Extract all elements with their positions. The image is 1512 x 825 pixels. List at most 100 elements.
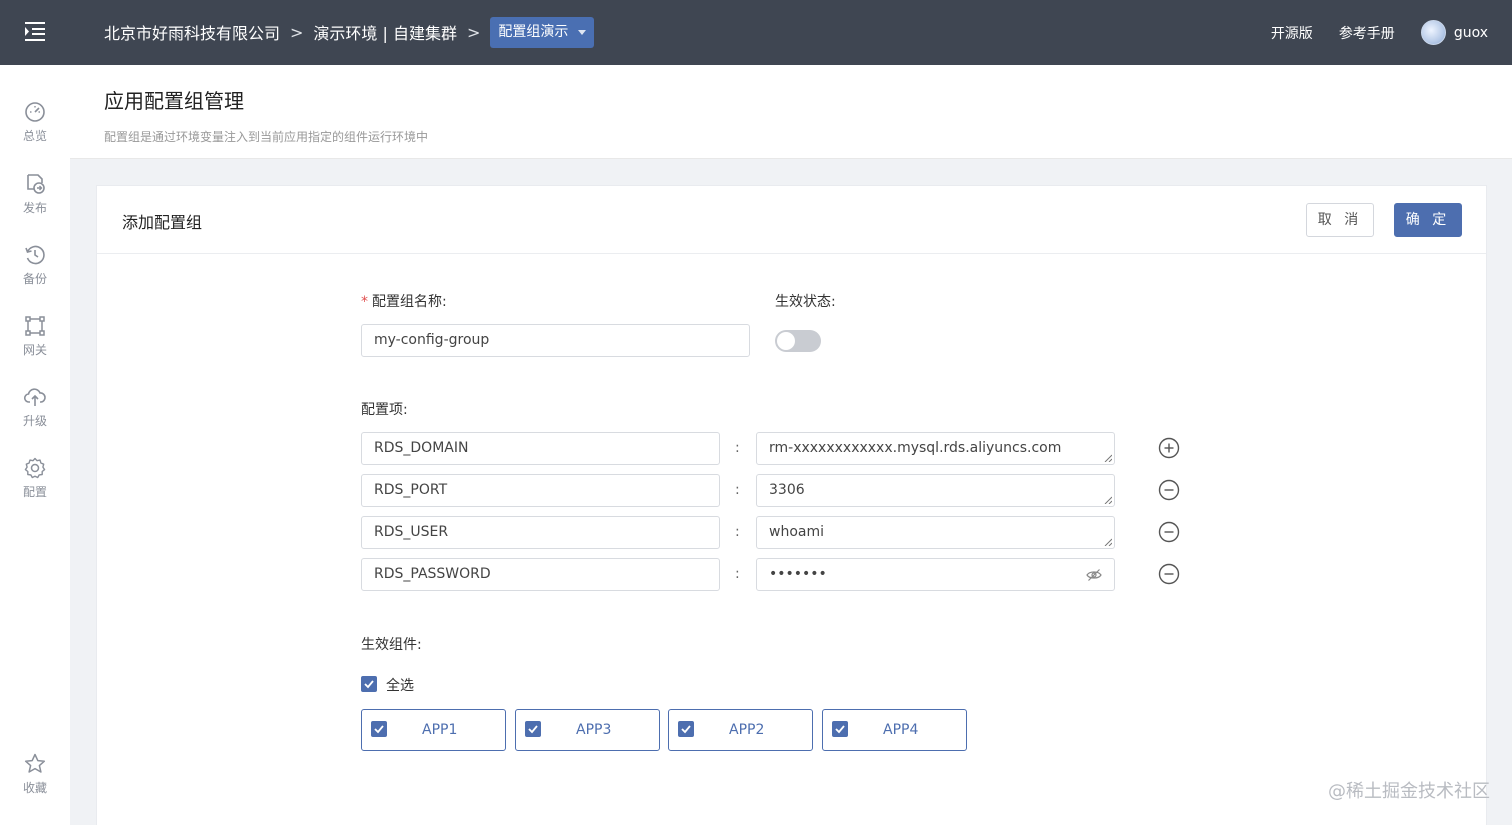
resize-handle-icon[interactable]	[1104, 538, 1112, 546]
config-key-input[interactable]: RDS_USER	[361, 516, 720, 549]
status-label: 生效状态:	[775, 294, 836, 310]
resize-handle-icon[interactable]	[1104, 454, 1112, 462]
card-title: 添加配置组	[122, 213, 203, 232]
dashboard-icon	[25, 102, 45, 122]
config-value-input[interactable]: 3306	[756, 474, 1115, 507]
config-key-input[interactable]: RDS_DOMAIN	[361, 432, 720, 465]
component-checkbox	[525, 721, 541, 737]
minus-circle-icon	[1158, 563, 1180, 585]
config-key-input[interactable]: RDS_PORT	[361, 474, 720, 507]
sidebar-item-label: 配置	[22, 485, 47, 499]
avatar	[1420, 20, 1446, 45]
sidebar-item-label: 收藏	[22, 781, 47, 795]
plus-circle-icon	[1158, 437, 1180, 459]
remove-item-button[interactable]	[1158, 563, 1180, 585]
top-right-nav: 开源版 参考手册 guox	[1245, 0, 1488, 65]
sidebar-item-favorites[interactable]: 收藏	[0, 752, 70, 796]
page-header: 应用配置组管理 配置组是通过环境变量注入到当前应用指定的组件运行环境中	[70, 65, 1512, 159]
page-description: 配置组是通过环境变量注入到当前应用指定的组件运行环境中	[104, 130, 429, 144]
sidebar-item-upgrade[interactable]: 升级	[0, 385, 70, 429]
minus-circle-icon	[1158, 479, 1180, 501]
sidebar-item-backup[interactable]: 备份	[0, 243, 70, 287]
user-menu[interactable]: guox	[1420, 20, 1488, 45]
add-item-button[interactable]	[1158, 437, 1180, 459]
component-name: APP3	[576, 722, 612, 738]
check-icon	[374, 725, 384, 734]
upgrade-icon	[23, 388, 46, 406]
config-value-input[interactable]: rm-xxxxxxxxxxxx.mysql.rds.aliyuncs.com	[756, 432, 1115, 465]
sidebar-item-publish[interactable]: 发布	[0, 172, 70, 216]
status-toggle[interactable]	[775, 330, 821, 352]
caret-down-icon	[578, 29, 587, 35]
component-name: APP4	[883, 722, 919, 738]
breadcrumb-separator: >	[467, 22, 481, 42]
config-value-text: 3306	[769, 482, 805, 498]
check-icon	[364, 680, 374, 689]
component-option-app2[interactable]: APP2	[668, 709, 813, 751]
key-value-colon: :	[735, 566, 740, 582]
key-value-colon: :	[735, 482, 740, 498]
items-label: 配置项:	[361, 402, 408, 418]
check-icon	[528, 725, 538, 734]
add-config-group-card: 添加配置组 取 消 确 定 * 配置组名称: my-config-group 生效…	[96, 185, 1487, 825]
password-input[interactable]: •••••••	[756, 558, 1115, 591]
key-value-colon: :	[735, 440, 740, 456]
component-checkbox	[371, 721, 387, 737]
breadcrumb-app-dropdown[interactable]: 配置组演示	[490, 16, 595, 48]
cancel-button[interactable]: 取 消	[1306, 203, 1374, 237]
name-label-text: 配置组名称:	[372, 294, 447, 310]
remove-item-button[interactable]	[1158, 479, 1180, 501]
sidebar-item-label: 网关	[22, 343, 47, 357]
component-option-app3[interactable]: APP3	[515, 709, 660, 751]
username: guox	[1453, 24, 1488, 41]
confirm-button[interactable]: 确 定	[1394, 203, 1462, 237]
sidebar-item-overview[interactable]: 总览	[0, 100, 70, 144]
config-key-input[interactable]: RDS_PASSWORD	[361, 558, 720, 591]
sidebar-item-label: 备份	[22, 272, 47, 286]
open-source-link[interactable]: 开源版	[1271, 23, 1313, 43]
component-option-app1[interactable]: APP1	[361, 709, 506, 751]
breadcrumb-app-label: 配置组演示	[498, 23, 569, 40]
breadcrumb-separator: >	[290, 22, 304, 42]
page-title: 应用配置组管理	[104, 89, 244, 113]
check-icon	[835, 725, 845, 734]
component-name: APP2	[729, 722, 765, 738]
select-all-label[interactable]: 全选	[386, 675, 414, 695]
sidebar-item-label: 总览	[22, 129, 47, 143]
key-value-colon: :	[735, 524, 740, 540]
component-name: APP1	[422, 722, 458, 738]
card-header: 添加配置组 取 消 确 定	[97, 186, 1486, 254]
check-icon	[681, 725, 691, 734]
select-all-checkbox[interactable]	[361, 676, 377, 692]
backup-icon	[25, 245, 45, 265]
resize-handle-icon[interactable]	[1104, 496, 1112, 504]
publish-icon	[27, 174, 45, 194]
manual-link[interactable]: 参考手册	[1339, 23, 1395, 43]
sidebar-item-label: 发布	[22, 201, 47, 215]
config-group-name-input[interactable]: my-config-group	[361, 324, 750, 357]
config-value-text: whoami	[769, 524, 824, 540]
sidebar: 总览 发布 备份 网关 升级 配置 收藏	[0, 65, 70, 825]
top-bar: 北京市好雨科技有限公司 > 演示环境 | 自建集群 > 配置组演示 开源版 参考…	[0, 0, 1512, 65]
gateway-icon	[25, 316, 45, 336]
remove-item-button[interactable]	[1158, 521, 1180, 543]
star-icon	[24, 753, 46, 773]
breadcrumb: 北京市好雨科技有限公司 > 演示环境 | 自建集群 > 配置组演示	[104, 16, 595, 48]
component-option-app4[interactable]: APP4	[822, 709, 967, 751]
sidebar-item-label: 升级	[22, 414, 47, 428]
eye-hidden-icon[interactable]	[1086, 568, 1102, 582]
toggle-knob	[777, 332, 795, 350]
components-label: 生效组件:	[361, 637, 422, 653]
component-checkbox	[678, 721, 694, 737]
config-value-input[interactable]: whoami	[756, 516, 1115, 549]
breadcrumb-cluster[interactable]: 演示环境 | 自建集群	[313, 20, 457, 44]
password-masked-text: •••••••	[769, 566, 827, 582]
component-checkbox	[832, 721, 848, 737]
menu-toggle-icon[interactable]	[22, 18, 48, 44]
breadcrumb-enterprise[interactable]: 北京市好雨科技有限公司	[104, 20, 280, 44]
sidebar-item-config[interactable]: 配置	[0, 456, 70, 500]
gear-icon	[24, 457, 46, 479]
required-asterisk: *	[361, 294, 368, 310]
watermark: @稀土掘金技术社区	[1328, 781, 1490, 802]
sidebar-item-gateway[interactable]: 网关	[0, 314, 70, 358]
